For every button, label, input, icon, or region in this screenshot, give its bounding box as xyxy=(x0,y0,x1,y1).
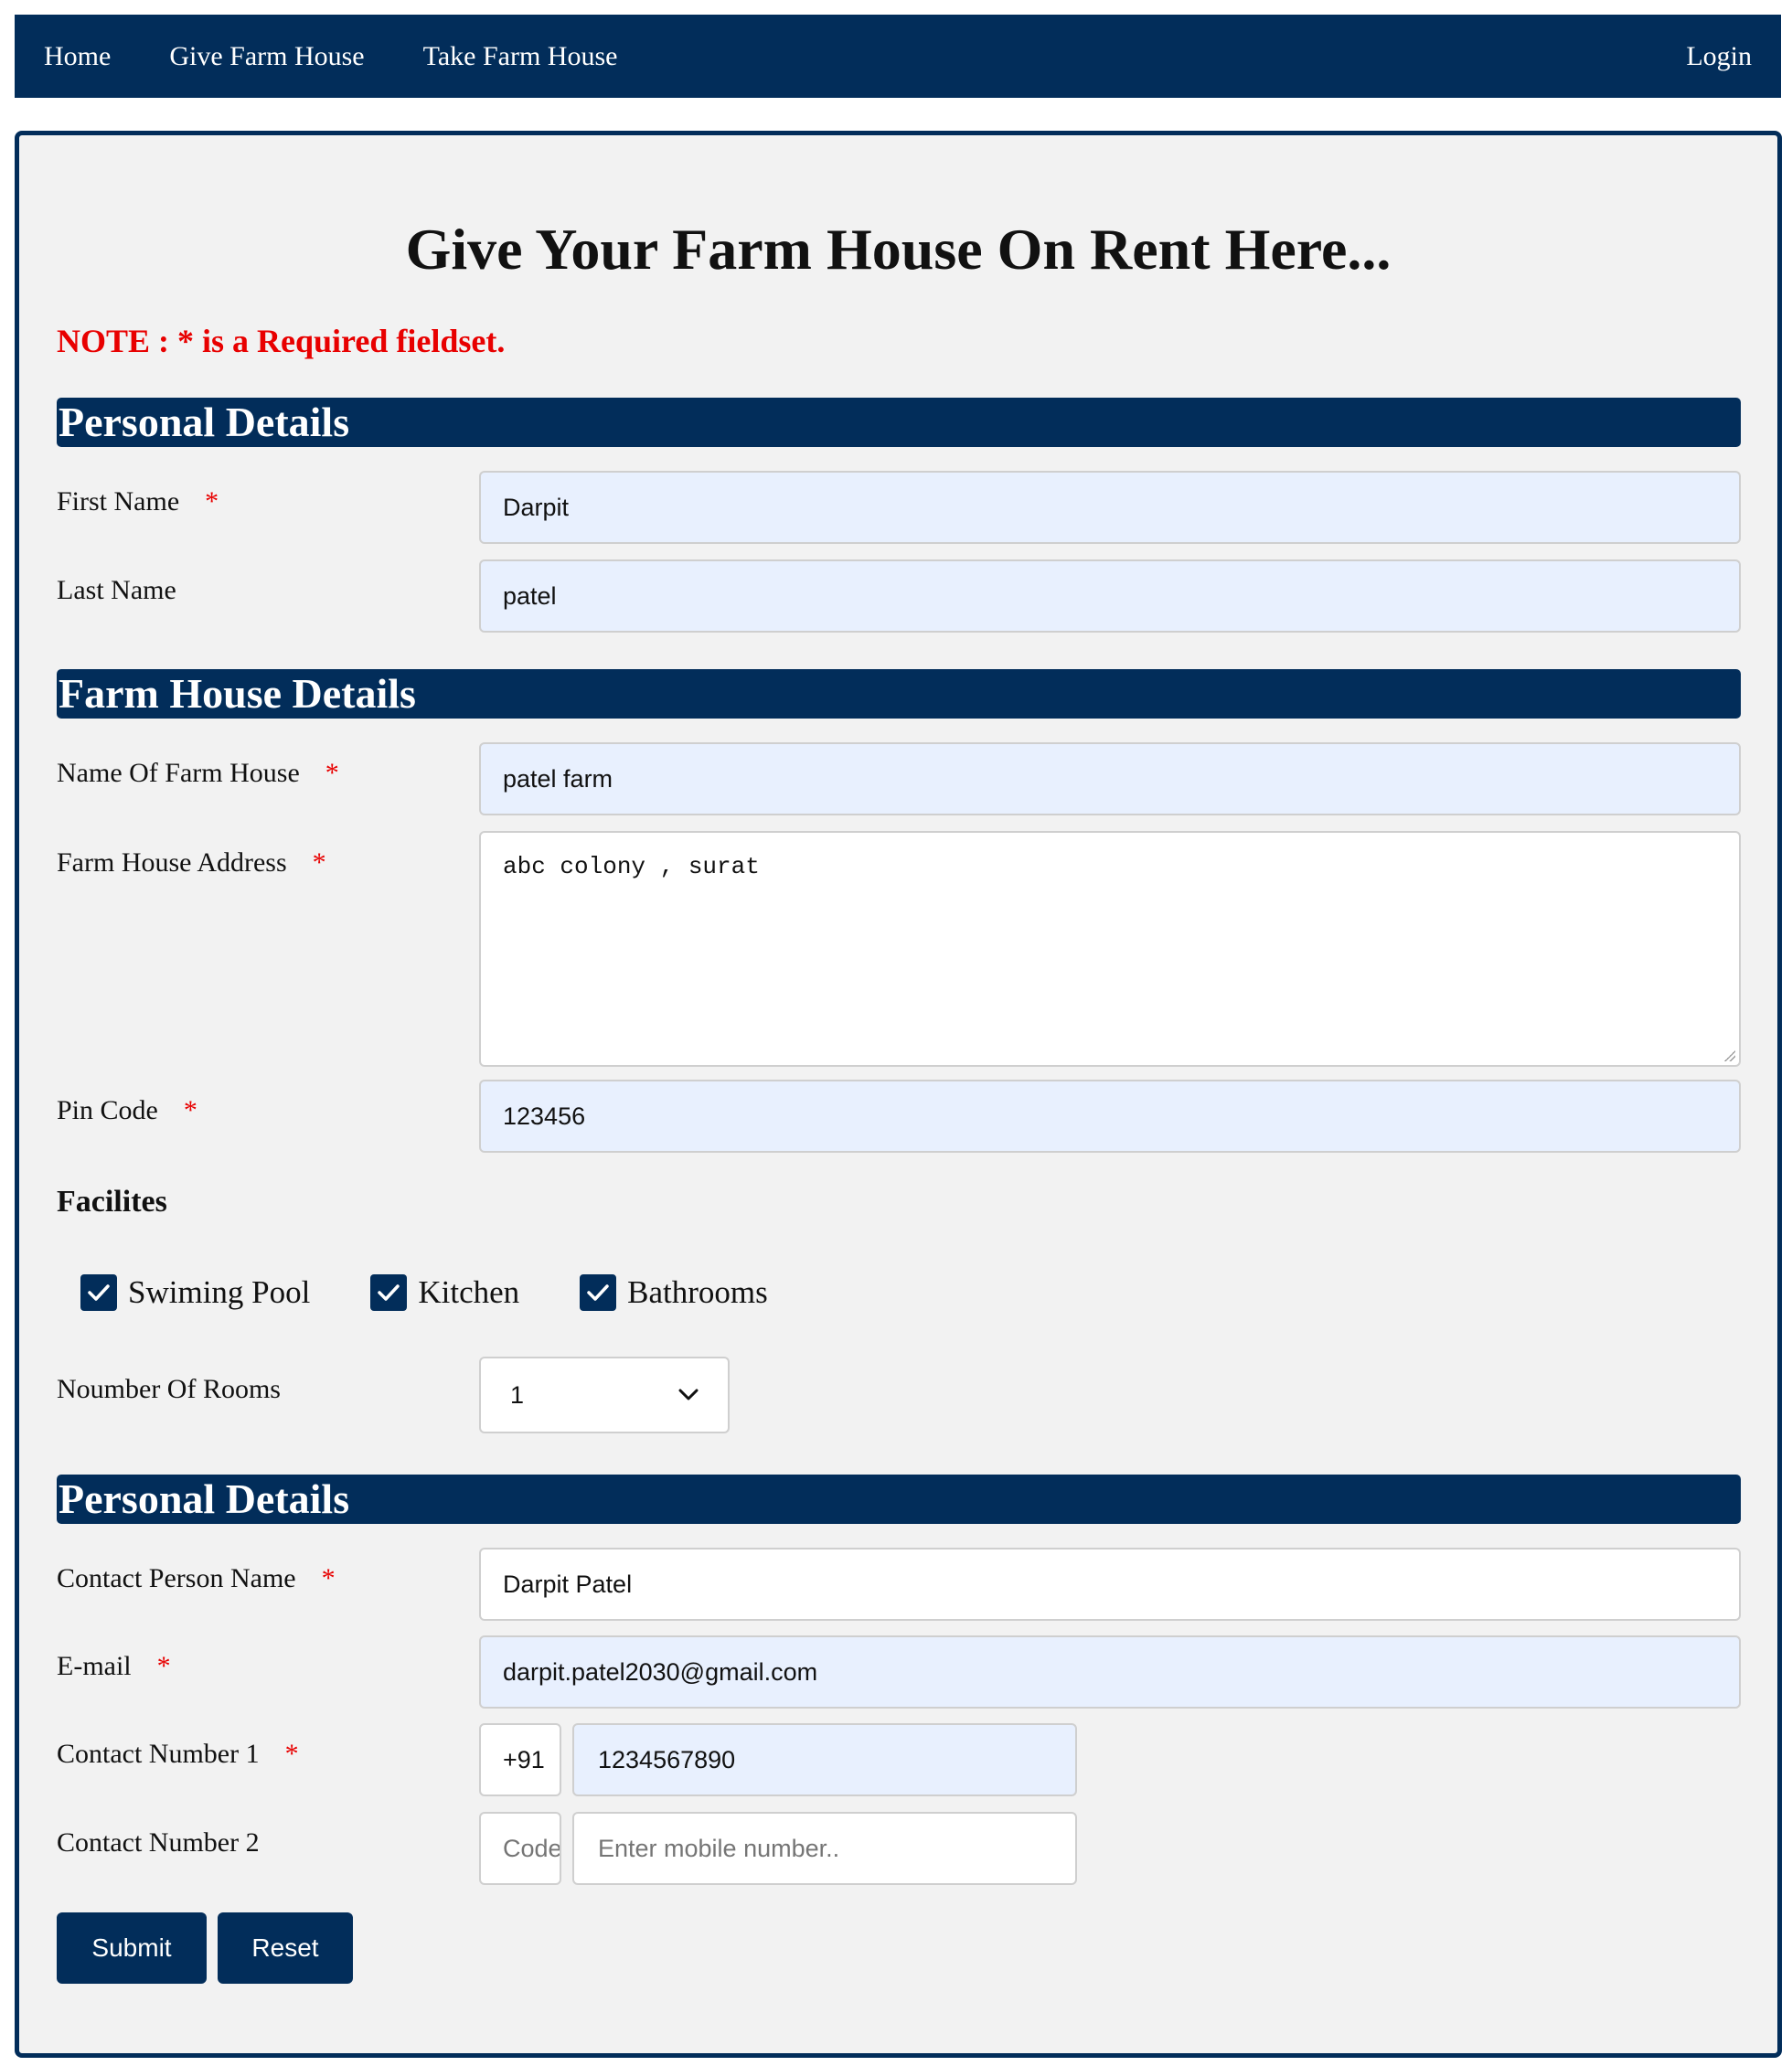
email-label: E-mail * xyxy=(57,1651,171,1682)
facility-swimming-pool[interactable]: Swiming Pool xyxy=(80,1274,310,1311)
contact-number-2-label: Contact Number 2 xyxy=(57,1827,260,1858)
contact-1-number-input[interactable]: 1234567890 xyxy=(572,1723,1077,1796)
email-label-text: E-mail xyxy=(57,1651,132,1681)
required-marker: * xyxy=(183,1095,197,1125)
section-header-farm-house: Farm House Details xyxy=(57,669,1741,719)
checkbox-checked-icon[interactable] xyxy=(580,1274,617,1311)
contact-name-label-text: Contact Person Name xyxy=(57,1563,296,1593)
last-name-input[interactable]: patel xyxy=(479,559,1741,633)
checkbox-checked-icon[interactable] xyxy=(80,1274,117,1311)
contact-number-1-label-text: Contact Number 1 xyxy=(57,1739,260,1769)
contact-name-label: Contact Person Name * xyxy=(57,1563,336,1594)
top-navbar: Home Give Farm House Take Farm House Log… xyxy=(15,15,1781,98)
farm-name-input[interactable]: patel farm xyxy=(479,742,1741,815)
first-name-label: First Name * xyxy=(57,486,219,517)
farm-address-text: abc colony , surat xyxy=(503,853,760,880)
facilities-heading: Facilites xyxy=(57,1185,167,1219)
rooms-select[interactable]: 1 xyxy=(479,1357,730,1433)
section-header-contact: Personal Details xyxy=(57,1475,1741,1524)
page-title: Give Your Farm House On Rent Here... xyxy=(405,217,1392,282)
required-marker: * xyxy=(156,1651,171,1681)
chevron-down-icon xyxy=(678,1389,699,1400)
facility-label: Bathrooms xyxy=(627,1274,768,1310)
farm-address-label: Farm House Address * xyxy=(57,847,326,879)
farm-address-label-text: Farm House Address xyxy=(57,847,287,878)
nav-take-farm-house-link[interactable]: Take Farm House xyxy=(423,41,618,72)
contact-number-1-label: Contact Number 1 * xyxy=(57,1739,299,1770)
rent-form-card: Give Your Farm House On Rent Here... NOT… xyxy=(15,131,1782,2058)
farm-address-textarea[interactable]: abc colony , surat xyxy=(479,831,1741,1067)
rooms-selected-value: 1 xyxy=(510,1380,525,1409)
required-marker: * xyxy=(205,486,219,516)
nav-home-link[interactable]: Home xyxy=(44,41,111,72)
contact-2-number-input[interactable]: Enter mobile number.. xyxy=(572,1812,1077,1885)
first-name-label-text: First Name xyxy=(57,486,180,516)
pin-code-input[interactable]: 123456 xyxy=(479,1080,1741,1153)
submit-button[interactable]: Submit xyxy=(57,1912,207,1984)
contact-2-code-input[interactable]: Code xyxy=(479,1812,561,1885)
resize-handle-icon[interactable] xyxy=(1724,1050,1735,1061)
reset-button[interactable]: Reset xyxy=(218,1912,353,1984)
last-name-label: Last Name xyxy=(57,575,176,605)
nav-give-farm-house-link[interactable]: Give Farm House xyxy=(169,41,364,72)
required-marker: * xyxy=(312,847,326,878)
section-header-personal: Personal Details xyxy=(57,398,1741,447)
required-marker: * xyxy=(284,1739,299,1769)
facility-label: Swiming Pool xyxy=(128,1274,311,1310)
required-marker: * xyxy=(325,758,339,788)
checkbox-checked-icon[interactable] xyxy=(370,1274,408,1311)
nav-login-link[interactable]: Login xyxy=(1686,41,1752,72)
rooms-label: Noumber Of Rooms xyxy=(57,1374,281,1404)
facility-kitchen[interactable]: Kitchen xyxy=(370,1274,519,1311)
contact-1-code-input[interactable]: +91 xyxy=(479,1723,561,1796)
contact-name-input[interactable]: Darpit Patel xyxy=(479,1548,1741,1621)
facilities-checkbox-group: Swiming Pool Kitchen Bathrooms xyxy=(80,1274,828,1311)
required-note: NOTE : * is a Required fieldset. xyxy=(57,323,506,359)
farm-name-label-text: Name Of Farm House xyxy=(57,758,300,788)
required-marker: * xyxy=(321,1563,336,1593)
first-name-input[interactable]: Darpit xyxy=(479,471,1741,544)
farm-name-label: Name Of Farm House * xyxy=(57,758,339,789)
pin-code-label-text: Pin Code xyxy=(57,1095,158,1125)
facility-bathrooms[interactable]: Bathrooms xyxy=(580,1274,768,1311)
email-input[interactable]: darpit.patel2030@gmail.com xyxy=(479,1635,1741,1709)
facility-label: Kitchen xyxy=(418,1274,520,1310)
pin-code-label: Pin Code * xyxy=(57,1095,197,1126)
